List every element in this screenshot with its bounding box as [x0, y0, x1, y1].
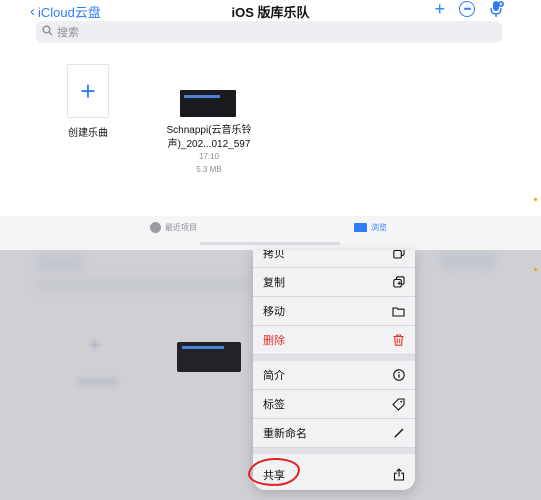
share-icon: [392, 468, 405, 481]
tab-bar: 最近项目 浏览: [0, 216, 541, 250]
folder-icon: [392, 305, 405, 318]
menu-item-copy[interactable]: 拷贝: [253, 250, 415, 268]
more-options-icon[interactable]: •••: [459, 1, 475, 17]
copy-icon: [392, 250, 405, 260]
blurred-plus-icon: +: [88, 332, 101, 357]
menu-item-label: 简介: [263, 370, 285, 382]
menu-item-move[interactable]: 移动: [253, 297, 415, 326]
menu-item-label: 删除: [263, 335, 285, 347]
menu-item-info[interactable]: 简介: [253, 361, 415, 390]
edge-dot: [534, 268, 537, 271]
menu-item-delete[interactable]: 删除: [253, 326, 415, 355]
thumbnail-waveform: [184, 95, 220, 98]
navigation-bar: ‹ iCloud云盘 iOS 版库乐队 + •••: [0, 0, 541, 20]
tab-recent-label: 最近项目: [165, 223, 197, 232]
tab-recent[interactable]: 最近项目: [150, 222, 197, 233]
search-placeholder: 搜索: [57, 27, 79, 39]
blurred-top-icons: [440, 252, 496, 270]
plus-icon: +: [80, 75, 96, 106]
tag-icon: [392, 397, 405, 411]
menu-separator: [253, 448, 415, 454]
microphone-icon[interactable]: [489, 0, 505, 18]
folder-icon: [354, 223, 367, 232]
menu-item-label: 标签: [263, 399, 285, 411]
clock-icon: [150, 222, 161, 233]
file-thumbnail[interactable]: [180, 90, 236, 117]
blurred-search: [36, 278, 256, 292]
tab-browse[interactable]: 浏览: [354, 222, 387, 233]
create-song-label: 创建乐曲: [68, 128, 108, 139]
create-song-tile[interactable]: +: [67, 64, 109, 118]
edge-dot: [534, 198, 537, 201]
menu-item-label: 重新命名: [263, 428, 307, 440]
pencil-icon: [392, 427, 405, 440]
duplicate-icon: [392, 276, 405, 289]
search-icon: [42, 25, 53, 39]
menu-item-label: 移动: [263, 306, 285, 318]
trash-icon: [392, 334, 405, 347]
lifted-file-thumbnail: [177, 342, 241, 372]
context-menu: 拷贝 复制 移动 删除 简介 标签 重新命名 共享: [253, 250, 415, 490]
menu-item-duplicate[interactable]: 复制: [253, 268, 415, 297]
file-size: 5.3 MB: [196, 165, 222, 174]
menu-item-tags[interactable]: 标签: [253, 390, 415, 419]
add-icon[interactable]: +: [434, 0, 445, 18]
info-icon: [392, 369, 405, 382]
thumbnail-waveform: [182, 346, 224, 349]
file-name: Schnappi(云音乐铃声)_202...012_597: [166, 125, 252, 150]
search-field[interactable]: 搜索: [36, 21, 502, 43]
menu-item-label: 复制: [263, 277, 285, 289]
blurred-back-button: [36, 254, 84, 272]
blurred-label: [78, 378, 118, 386]
file-grid: + 创建乐曲 Schnappi(云音乐铃声)_202...012_597 17:…: [0, 48, 541, 213]
file-time: 17:10: [198, 152, 220, 161]
menu-item-label: 拷贝: [263, 250, 285, 260]
tab-browse-label: 浏览: [371, 223, 387, 232]
home-indicator: [200, 242, 340, 245]
menu-item-rename[interactable]: 重新命名: [253, 419, 415, 448]
